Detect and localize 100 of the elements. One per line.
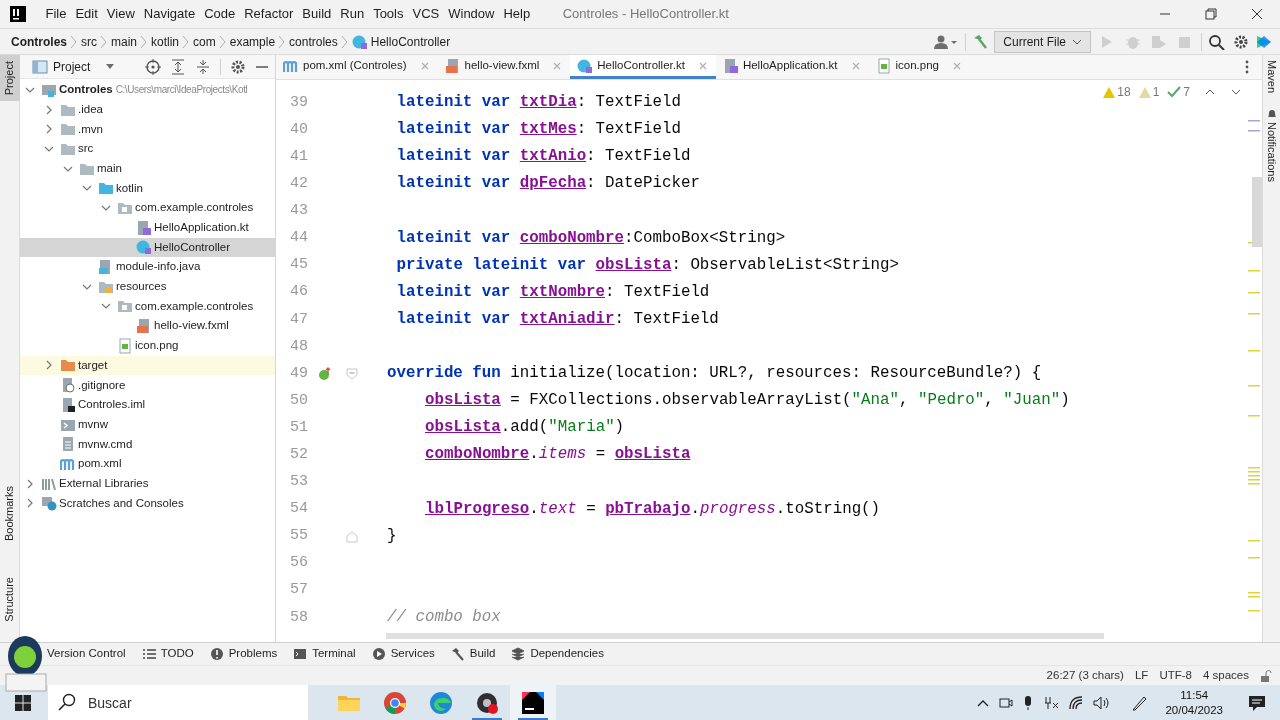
package-icon [117,298,133,315]
search-icon[interactable] [1208,33,1226,50]
menu-item[interactable]: File [41,4,71,24]
menu-item[interactable]: Help [498,4,535,24]
collapse-all-icon[interactable] [195,58,211,75]
tool-window-button[interactable]: Build [450,645,496,663]
menu-item[interactable]: Code [199,4,240,24]
typos-indicator[interactable]: 7 [1167,83,1190,101]
breadcrumb-item[interactable]: HelloController [351,32,451,51]
network-icon[interactable] [1043,694,1060,711]
check-icon [1167,86,1182,98]
tree-item[interactable]: .gitignore [20,375,275,395]
tree-item[interactable]: resources [20,276,275,297]
weak-warnings-indicator[interactable]: 1 [1138,83,1160,101]
expand-all-icon[interactable] [170,58,186,75]
editor-tab[interactable]: HelloController.kt [570,55,716,79]
menu-item[interactable]: Window [443,4,499,24]
tool-window-button[interactable]: Problems [209,645,278,663]
taskbar-app[interactable] [510,685,556,720]
tree-item[interactable]: src [20,139,275,159]
menu-item[interactable]: Navigate [139,4,200,24]
layers-icon [511,647,526,661]
browser-icon [383,690,407,715]
tree-item[interactable]: module-info.java [20,257,275,277]
tree-item[interactable]: target [20,355,275,376]
line-number: 42 [289,174,308,195]
editor-tab[interactable]: pom.xml (Controles) [276,55,438,79]
tool-window-button[interactable]: Terminal [293,645,356,663]
tree-item[interactable]: main [20,158,275,179]
kotlin-file-icon [136,219,152,236]
tool-window-tab[interactable]: Project [0,55,20,102]
tree-item[interactable]: Controles C:\Users\marci\IdeaProjects\Kotl [20,80,275,100]
tool-window-button[interactable]: Version Control [47,645,126,663]
lock-icon[interactable] [1260,669,1272,682]
warnings-indicator[interactable]: 18 [1103,83,1131,101]
tool-window-tab[interactable]: Bookmarks [0,480,20,548]
windows-start-icon[interactable] [15,694,31,711]
tool-window-button[interactable]: Dependencies [511,645,604,663]
tool-window-button[interactable]: Services [371,645,435,663]
override-icon[interactable] [318,367,332,381]
clock[interactable]: 11:54 20/04/2023 [1165,687,1223,718]
breadcrumb-item[interactable]: Controles [11,32,67,51]
tree-item[interactable]: pom.xml [20,454,275,474]
user-icon[interactable] [933,33,960,50]
tree-item[interactable]: HelloController [20,237,275,258]
settings-icon[interactable] [230,58,246,75]
tree-item[interactable]: com.example.controles [20,198,275,218]
class-icon [351,33,368,50]
notifications-icon[interactable] [1248,693,1266,712]
menu-item[interactable]: Edit [70,4,103,24]
vertical-scrollbar[interactable] [1252,177,1262,247]
warning-icon [1138,86,1151,98]
caret-icon [105,62,116,71]
tool-window-tab[interactable]: Maven [1262,55,1280,94]
tree-item[interactable]: .mvn [20,119,275,140]
tool-window-tab[interactable]: Notifications [1262,93,1280,182]
menu-item[interactable]: Run [335,4,369,24]
pen-icon[interactable] [1130,694,1149,711]
breadcrumb-item[interactable]: controles [289,32,338,51]
status-item[interactable]: UTF-8 [1159,666,1192,685]
plugin-logo-icon[interactable] [1256,33,1272,50]
wifi-icon[interactable] [1068,694,1085,711]
editor-tab[interactable]: icon.png [868,55,970,79]
editor-tab[interactable]: hello-view.fxml [437,55,571,79]
run-configuration-dropdown[interactable]: Current File [994,30,1091,53]
horizontal-scrollbar[interactable] [386,633,1104,639]
tree-item[interactable]: mvnw.cmd [20,434,275,455]
menu-item[interactable]: View [102,4,140,24]
breadcrumb-item[interactable]: com [193,32,216,51]
tree-item[interactable]: .idea [20,99,275,120]
menu-item[interactable]: Tools [368,4,408,24]
tree-item[interactable]: HelloApplication.kt [20,217,275,238]
menu-item[interactable]: Build [297,4,336,24]
status-item[interactable]: 4 spaces [1202,666,1249,685]
search-field[interactable]: Buscar [48,685,308,720]
breadcrumb-item[interactable]: main [111,32,138,51]
tree-item[interactable]: kotlin [20,178,275,199]
menu-item[interactable]: Refactor [239,4,298,24]
tree-item[interactable]: icon.png [20,335,275,356]
hammer-icon[interactable] [972,33,989,50]
breadcrumb-item[interactable]: src [81,32,97,51]
tool-window-tab[interactable]: Structure [0,571,20,628]
breadcrumb-item[interactable]: kotlin [151,32,180,51]
tool-window-button[interactable]: TODO [141,645,194,663]
settings-icon[interactable] [1232,33,1250,50]
tree-item[interactable]: Scratches and Consoles [20,493,275,514]
app-logo-icon [10,6,26,22]
breadcrumb-item[interactable]: example [229,32,276,51]
menu-item[interactable]: VCS [408,4,444,24]
tree-item[interactable]: com.example.controles [20,296,275,317]
editor-tab[interactable]: HelloApplication.kt [715,55,869,79]
volume-icon[interactable] [1093,694,1112,711]
status-item[interactable]: 26:27 (3 chars) [1046,666,1124,685]
tree-item[interactable]: hello-view.fxml [20,316,275,336]
tree-item[interactable]: External Libraries [20,473,275,494]
tree-item[interactable]: mvnw [20,414,275,435]
image-file-icon [117,337,133,354]
tree-item[interactable]: Controles.iml [20,395,275,415]
locate-icon[interactable] [145,58,161,75]
status-item[interactable]: LF [1134,666,1149,685]
